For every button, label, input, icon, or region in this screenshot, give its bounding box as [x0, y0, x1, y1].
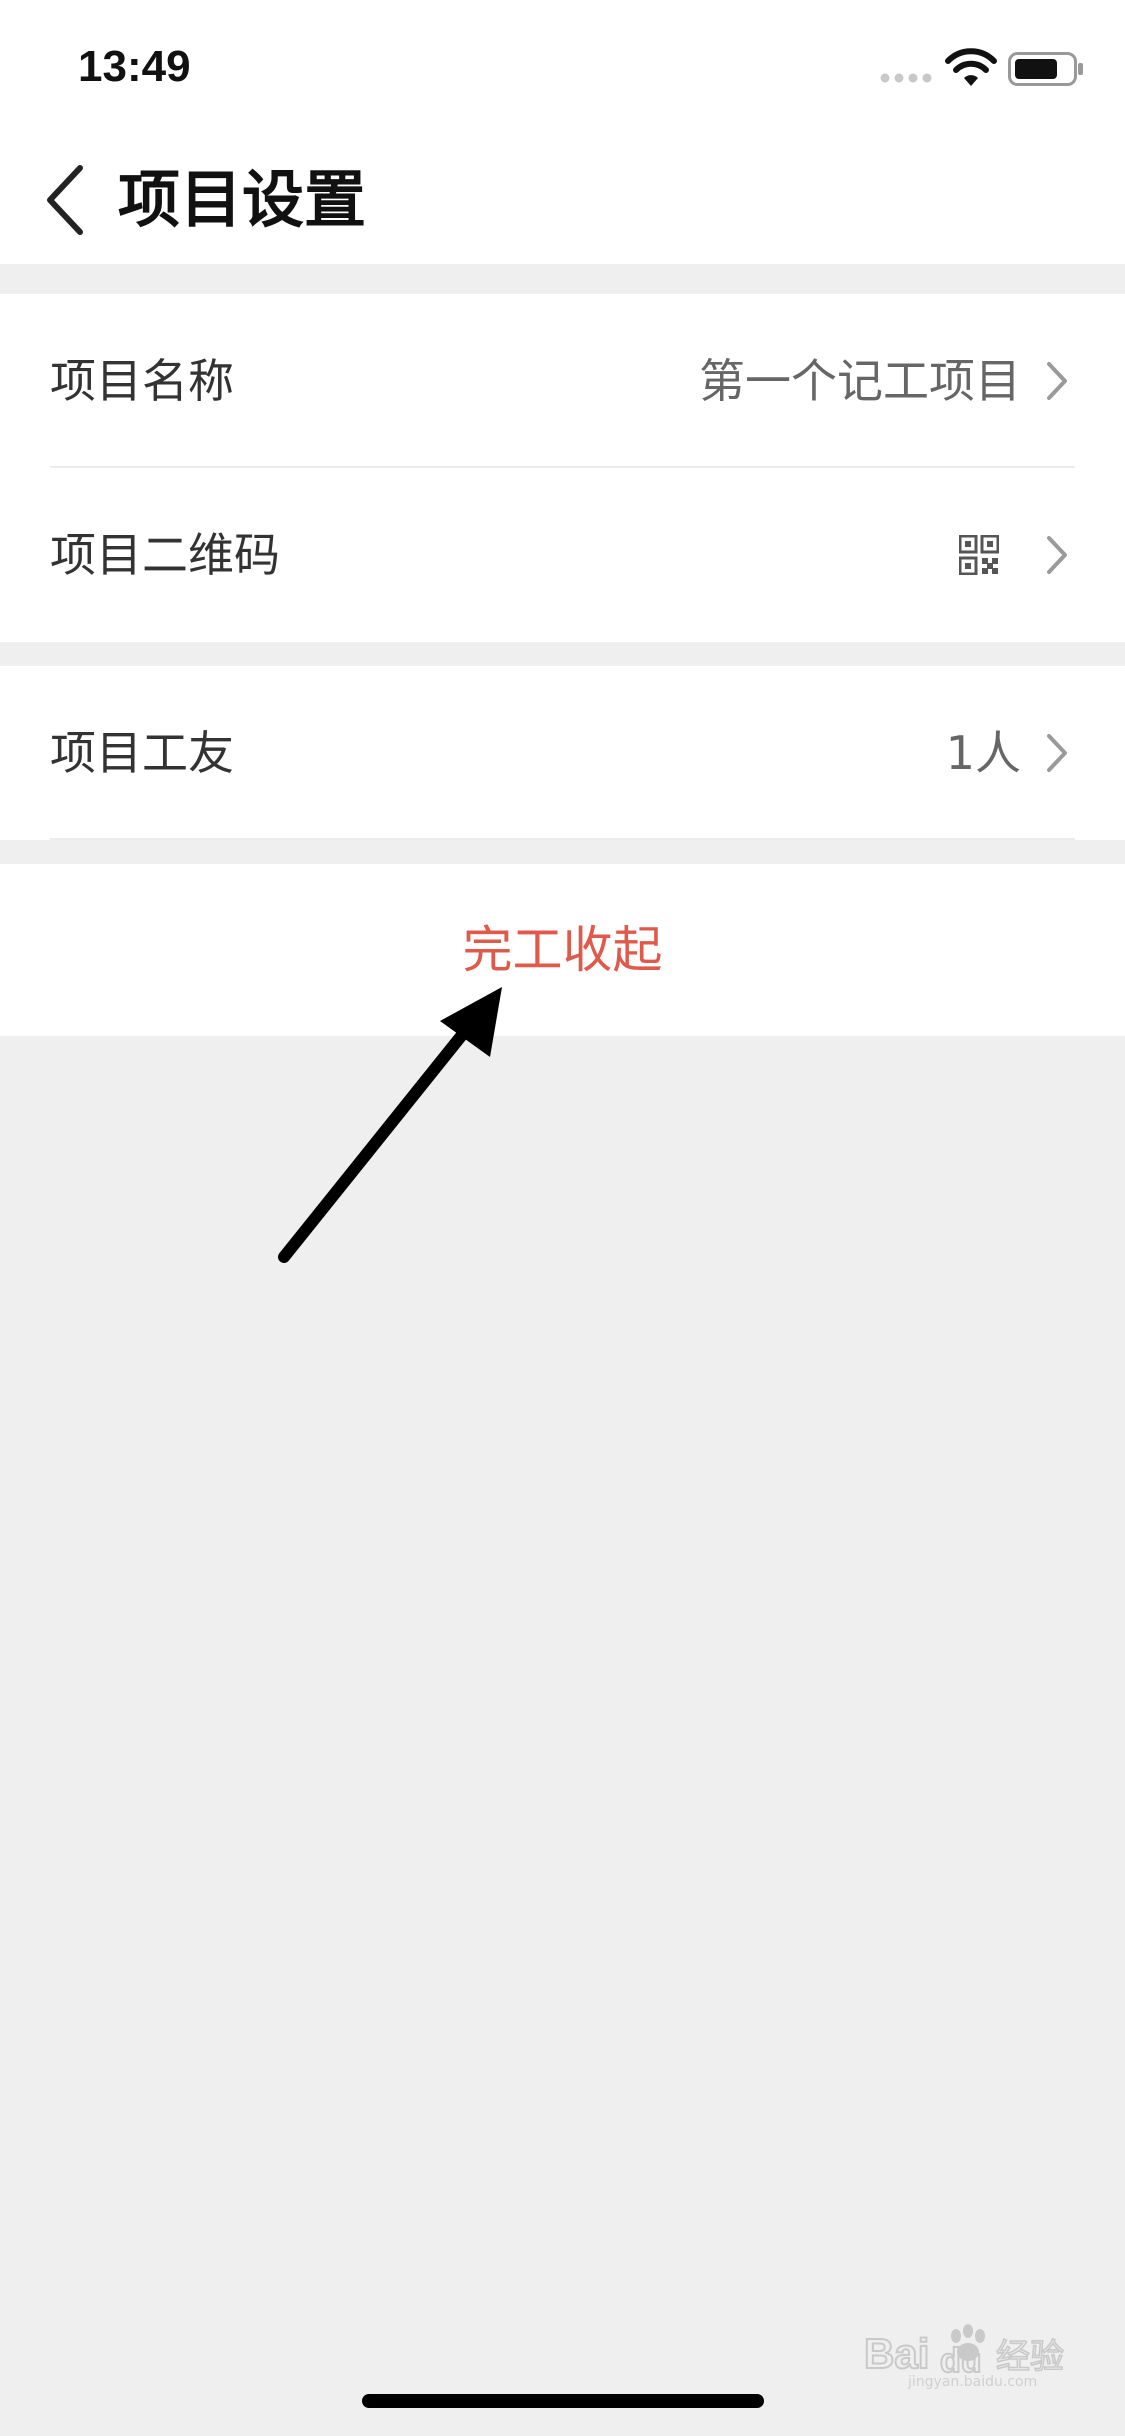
wifi-icon [945, 48, 997, 86]
home-indicator[interactable] [362, 2394, 764, 2408]
finish-project-button[interactable]: 完工收起 [0, 864, 1125, 1036]
project-qrcode-row[interactable]: 项目二维码 [0, 468, 1125, 642]
battery-icon [1008, 52, 1083, 86]
svg-text:经验: 经验 [996, 2337, 1064, 2377]
page-title: 项目设置 [118, 163, 367, 236]
qr-code-icon [959, 535, 999, 575]
back-arrow-icon[interactable] [40, 162, 96, 238]
svg-text:Bai: Bai [864, 2330, 929, 2377]
chevron-right-icon [1047, 362, 1067, 400]
annotation-arrow-icon [278, 987, 502, 1263]
project-name-value: 第一个记工项目 [699, 354, 1021, 408]
row-divider [50, 838, 1075, 840]
status-time: 13:49 [78, 42, 191, 91]
baidu-jingyan-watermark: Bai du 经验 jingyan.baidu.com [863, 2324, 1065, 2390]
chevron-right-icon [1047, 734, 1067, 772]
project-workers-row[interactable]: 项目工友 1人 [0, 666, 1125, 840]
project-name-row[interactable]: 项目名称 第一个记工项目 [0, 294, 1125, 468]
cellular-signal-icon [880, 73, 932, 83]
chevron-right-icon [1047, 536, 1067, 574]
finish-project-label: 完工收起 [462, 921, 663, 979]
svg-text:jingyan.baidu.com: jingyan.baidu.com [907, 2374, 1037, 2390]
project-workers-value: 1人 [945, 726, 1021, 780]
project-name-label: 项目名称 [50, 354, 234, 408]
settings-group-workers: 项目工友 1人 [0, 666, 1125, 840]
navigation-bar: 项目设置 [0, 132, 1125, 264]
project-qrcode-label: 项目二维码 [50, 528, 280, 582]
status-bar: 13:49 [0, 0, 1125, 132]
project-workers-label: 项目工友 [50, 726, 234, 780]
settings-group-project: 项目名称 第一个记工项目 项目二维码 [0, 294, 1125, 642]
